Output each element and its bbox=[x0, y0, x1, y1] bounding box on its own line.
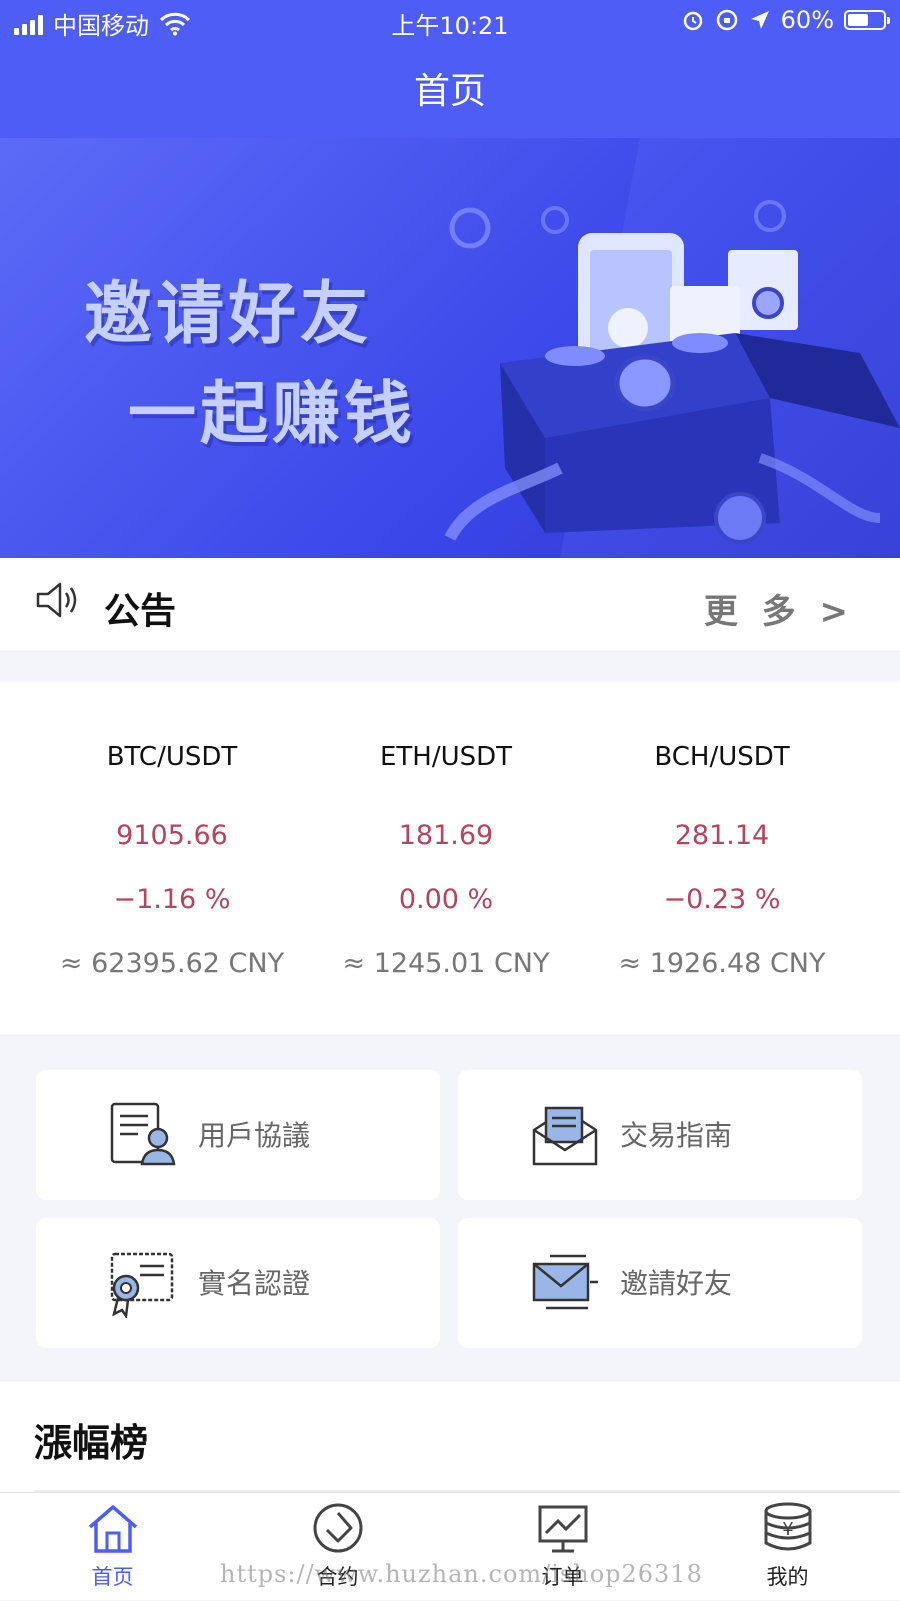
ticker-pair: BTC/USDT bbox=[106, 742, 238, 772]
menu-card-trade-guide[interactable]: 交易指南 bbox=[458, 1070, 862, 1200]
alarm-icon bbox=[683, 11, 702, 31]
market-tickers: BTC/USDT 9105.66 −1.16 % ≈ 62395.62 CNY … bbox=[0, 682, 900, 1034]
tab-label: 首页 bbox=[91, 1565, 134, 1589]
order-icon bbox=[538, 1505, 588, 1553]
menu-card-user-agreement[interactable]: 用戶協議 bbox=[36, 1070, 440, 1200]
ticker-price: 181.69 bbox=[398, 820, 494, 851]
menu-card-label: 交易指南 bbox=[620, 1119, 733, 1152]
location-icon bbox=[750, 11, 769, 29]
trade-guide-icon bbox=[532, 1106, 598, 1166]
status-right: 60% bbox=[681, 6, 890, 34]
gainers-section: 漲幅榜 bbox=[0, 1382, 900, 1492]
ticker-pair: BCH/USDT bbox=[654, 742, 790, 772]
home-icon bbox=[88, 1505, 138, 1553]
status-bar: 中国移动 上午10:21 60% bbox=[0, 0, 900, 44]
invite-mail-icon bbox=[532, 1254, 598, 1310]
watermark-text: https://www.huzhan.com/ishop26318 bbox=[220, 1560, 703, 1588]
announcement-bar[interactable]: 公告 更 多 > bbox=[0, 558, 900, 650]
coins-icon: ¥ bbox=[764, 1502, 812, 1551]
menu-card-label: 實名認證 bbox=[198, 1267, 311, 1300]
ticker-cny: ≈ 1926.48 CNY bbox=[618, 948, 826, 979]
page-title: 首页 bbox=[413, 71, 486, 112]
ticker-cny: ≈ 1245.01 CNY bbox=[342, 948, 550, 979]
banner-subheadline: 一起赚钱 bbox=[128, 375, 417, 454]
tab-mine[interactable]: ¥ 我的 bbox=[675, 1493, 900, 1601]
app-header: 中国移动 上午10:21 60% 首页 bbox=[0, 0, 900, 138]
menu-card-label: 邀請好友 bbox=[620, 1267, 733, 1300]
ticker-pair: ETH/USDT bbox=[379, 742, 513, 772]
contract-icon bbox=[313, 1503, 363, 1553]
user-agreement-icon bbox=[110, 1102, 176, 1166]
rotation-lock-icon bbox=[716, 9, 737, 31]
menu-card-identity-verification[interactable]: 實名認證 bbox=[36, 1218, 440, 1348]
ticker-price: 281.14 bbox=[674, 820, 770, 851]
ticker-change: −1.16 % bbox=[113, 884, 231, 915]
tab-home[interactable]: 首页 bbox=[0, 1493, 225, 1601]
ticker-price: 9105.66 bbox=[116, 820, 228, 851]
ticker-change: 0.00 % bbox=[398, 884, 494, 915]
promo-banner[interactable]: 邀请好友 一起赚钱 bbox=[0, 138, 900, 558]
ticker-change: −0.23 % bbox=[663, 884, 781, 915]
svg-text:¥: ¥ bbox=[782, 1519, 793, 1540]
ticker-cny: ≈ 62395.62 CNY bbox=[59, 948, 285, 979]
certificate-icon bbox=[110, 1252, 174, 1318]
gainers-title: 漲幅榜 bbox=[34, 1421, 149, 1465]
more-link[interactable]: 更 多 > bbox=[704, 584, 854, 633]
battery-icon bbox=[844, 10, 890, 30]
menu-card-label: 用戶協議 bbox=[198, 1119, 311, 1152]
banner-headline: 邀请好友 bbox=[84, 275, 373, 354]
menu-card-invite-friends[interactable]: 邀請好友 bbox=[458, 1218, 862, 1348]
battery-fill bbox=[848, 14, 869, 26]
speaker-icon bbox=[36, 582, 77, 618]
announcement-title: 公告 bbox=[104, 591, 177, 632]
battery-percent: 60% bbox=[780, 6, 834, 34]
tab-label: 我的 bbox=[766, 1565, 809, 1589]
